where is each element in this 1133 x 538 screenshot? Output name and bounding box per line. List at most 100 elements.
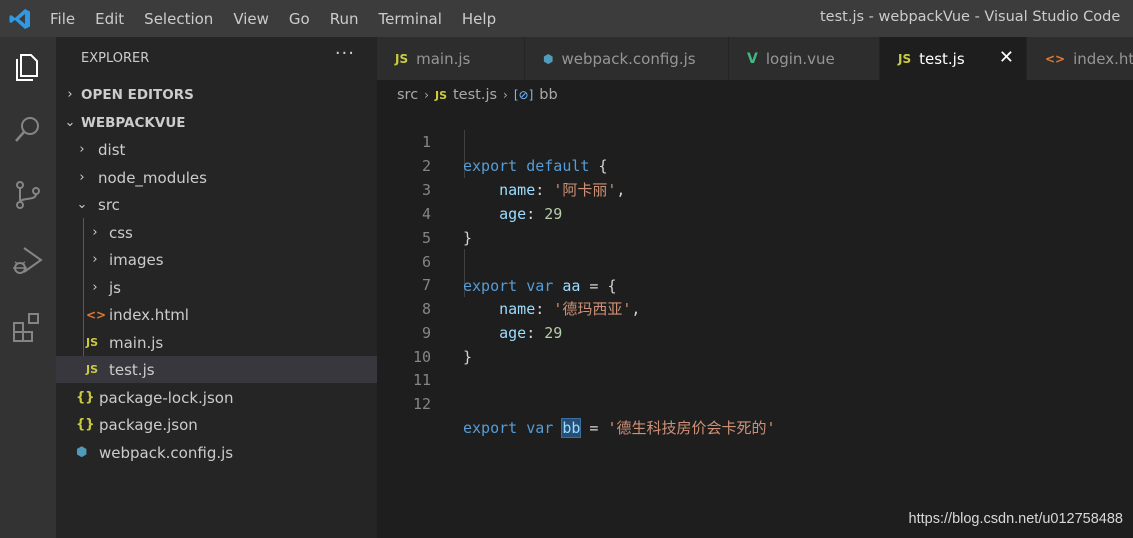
tree-item-label: dist (98, 140, 126, 159)
chevron-right-icon: › (67, 87, 73, 102)
tab-test-js[interactable]: JS test.js ✕ (880, 37, 1027, 80)
code-line: 1 export default { (377, 106, 1133, 175)
tree-item-label: js (109, 278, 121, 297)
webpack-file-icon: ⬢ (76, 445, 88, 460)
tree-item-package-lock-json[interactable]: {} package-lock.json (56, 384, 377, 411)
json-file-icon: {} (76, 390, 95, 405)
tree-item-css[interactable]: › css (56, 219, 377, 246)
tab-label: test.js (919, 49, 965, 68)
tree-item-label: package.json (99, 415, 198, 434)
tab-main-js[interactable]: JS main.js (377, 37, 525, 80)
chevron-right-icon: › (92, 252, 98, 267)
chevron-right-icon: › (503, 88, 508, 102)
code-line: 6 export var aa = { (377, 226, 1133, 295)
code-editor[interactable]: 1 export default { 2 name: '阿卡丽', 3 age:… (377, 106, 1133, 538)
tree-item-dist[interactable]: › dist (56, 136, 377, 163)
line-number: 12 (412, 395, 431, 413)
explorer-sidebar: EXPLORER ··· › OPEN EDITORS ⌄ WEBPACKVUE… (56, 37, 377, 538)
json-file-icon: {} (76, 417, 95, 432)
menu-go[interactable]: Go (279, 10, 320, 28)
html-file-icon: <> (1045, 51, 1066, 66)
chevron-right-icon: › (79, 142, 85, 157)
open-editors-section[interactable]: › OPEN EDITORS (56, 81, 377, 108)
tab-login-vue[interactable]: V login.vue (729, 37, 880, 80)
tab-label: index.html (1073, 49, 1133, 68)
js-file-icon: JS (86, 363, 99, 376)
js-file-icon: JS (395, 51, 409, 66)
chevron-right-icon: › (424, 88, 429, 102)
variable-symbol-icon: [⊘] (513, 88, 534, 102)
open-editors-label: OPEN EDITORS (81, 86, 194, 103)
chevron-right-icon: › (79, 170, 85, 185)
close-icon[interactable]: ✕ (999, 47, 1014, 68)
tree-item-index-html[interactable]: <> index.html (56, 301, 377, 328)
tree-item-src[interactable]: ⌄ src (56, 191, 377, 218)
html-file-icon: <> (86, 307, 107, 322)
chevron-down-icon: ⌄ (64, 115, 76, 130)
js-file-icon: JS (434, 88, 447, 102)
search-icon[interactable] (10, 112, 46, 148)
explorer-title: EXPLORER (81, 51, 150, 66)
code-line: 2 name: '阿卡丽', (377, 130, 1133, 199)
menu-selection[interactable]: Selection (134, 10, 223, 28)
tree-item-node-modules[interactable]: › node_modules (56, 164, 377, 191)
webpack-file-icon: ⬢ (543, 51, 554, 66)
tab-webpack-config-js[interactable]: ⬢ webpack.config.js (525, 37, 729, 80)
source-control-icon[interactable] (10, 177, 46, 213)
watermark: https://blog.csdn.net/u012758488 (908, 511, 1123, 527)
menu-run[interactable]: Run (320, 10, 369, 28)
tree-item-label: css (109, 223, 133, 242)
code-line: 3 age: 29 (377, 154, 1133, 223)
code-line: 4 } (377, 178, 1133, 247)
extensions-icon[interactable] (10, 309, 46, 345)
chevron-down-icon: ⌄ (76, 197, 88, 212)
code-line: 12 export var bb = '德生科技房价会卡死的' (377, 368, 1133, 438)
tree-item-package-json[interactable]: {} package.json (56, 411, 377, 438)
tree-item-webpack-config-js[interactable]: ⬢ webpack.config.js (56, 439, 377, 466)
breadcrumb: src › JS test.js › [⊘] bb (397, 84, 558, 106)
tree-item-js[interactable]: › js (56, 274, 377, 301)
menu-terminal[interactable]: Terminal (369, 10, 452, 28)
tree-item-label: package-lock.json (99, 388, 234, 407)
workspace-root[interactable]: ⌄ WEBPACKVUE (56, 109, 377, 136)
highlighted-symbol: bb (561, 418, 582, 438)
chevron-right-icon: › (92, 280, 98, 295)
tree-item-test-js[interactable]: JS test.js (56, 356, 377, 383)
chevron-right-icon: › (92, 225, 98, 240)
title-bar: File Edit Selection View Go Run Terminal… (0, 0, 1133, 37)
breadcrumb-file[interactable]: test.js (453, 87, 497, 103)
menu-file[interactable]: File (40, 10, 85, 28)
tree-item-label: src (98, 195, 120, 214)
editor-tabs: JS main.js ⬢ webpack.config.js V login.v… (377, 37, 1133, 80)
activity-bar (0, 37, 56, 538)
code-line: 7 name: '德玛西亚', (377, 249, 1133, 318)
tab-label: main.js (416, 49, 471, 68)
tree-item-main-js[interactable]: JS main.js (56, 329, 377, 356)
window-title: test.js - webpackVue - Visual Studio Cod… (820, 9, 1121, 25)
tree-item-label: images (109, 250, 164, 269)
menu-bar: File Edit Selection View Go Run Terminal… (40, 0, 506, 37)
explorer-icon[interactable] (10, 49, 46, 85)
menu-help[interactable]: Help (452, 10, 506, 28)
tree-item-label: webpack.config.js (99, 443, 234, 462)
code-line: 9 } (377, 297, 1133, 366)
workspace-root-label: WEBPACKVUE (81, 114, 186, 131)
tree-item-label: node_modules (98, 168, 207, 187)
breadcrumb-folder[interactable]: src (397, 87, 418, 103)
more-actions-icon[interactable]: ··· (335, 43, 355, 64)
code-line: 10 (377, 321, 1133, 366)
run-debug-icon[interactable] (10, 242, 46, 278)
tree-item-label: test.js (109, 360, 155, 379)
js-file-icon: JS (86, 336, 99, 349)
vue-file-icon: V (747, 50, 758, 67)
tree-item-images[interactable]: › images (56, 246, 377, 273)
vscode-logo-icon (9, 9, 30, 29)
code-line: 8 age: 29 (377, 273, 1133, 342)
tab-index-html[interactable]: <> index.html (1027, 37, 1133, 80)
tab-label: login.vue (765, 49, 835, 68)
breadcrumb-symbol[interactable]: bb (539, 87, 557, 103)
menu-view[interactable]: View (223, 10, 279, 28)
menu-edit[interactable]: Edit (85, 10, 134, 28)
tree-item-label: index.html (109, 305, 189, 324)
tab-label: webpack.config.js (561, 49, 696, 68)
